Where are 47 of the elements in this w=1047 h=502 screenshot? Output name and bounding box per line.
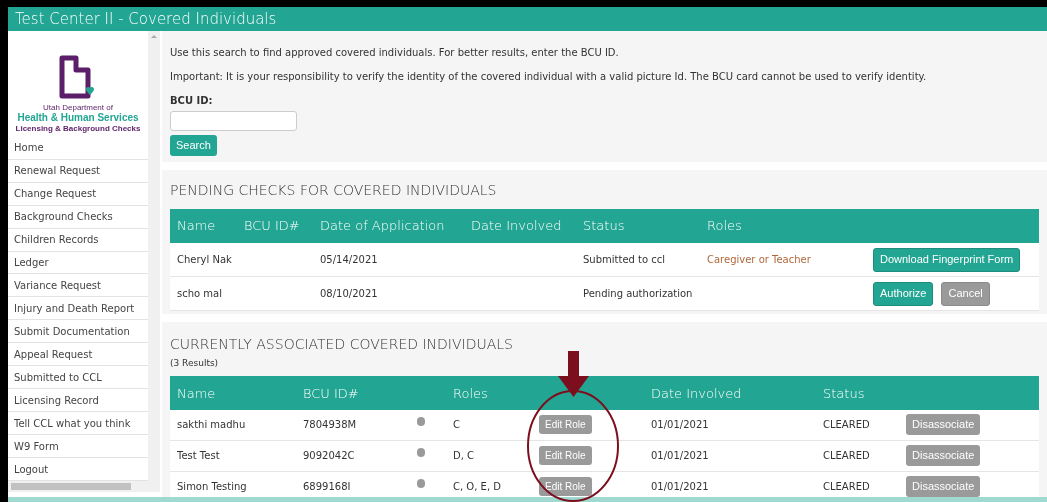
- table-cell-text: 6899168I: [302, 480, 352, 494]
- column-header: Roles: [706, 217, 743, 236]
- section-title: PENDING CHECKS FOR COVERED INDIVIDUALS: [170, 181, 498, 200]
- arrow-annotation: [558, 351, 589, 397]
- logo-text: Licensing & Background Checks: [15, 123, 141, 133]
- column-header: Date of Application: [319, 217, 446, 236]
- table-cell-text: CLEARED: [822, 449, 871, 463]
- table-cell-text: 01/01/2021: [650, 418, 710, 432]
- table-cell-text: 7804938M: [302, 418, 358, 432]
- table-cell-text: scho mal: [176, 287, 223, 301]
- table-cell-text: sakthi madhu: [176, 418, 247, 432]
- search-notice: Important: It is your responsibility to verify the identity of the covered individual with a valid picture Id. The BCU card cannot be used to verify identity.: [170, 70, 927, 84]
- column-header: Name: [177, 385, 216, 401]
- table-cell-text: CLEARED: [822, 480, 871, 494]
- table-cell-text: Pending authorization: [582, 287, 694, 301]
- column-header: Date Involved: [651, 385, 742, 401]
- scroll-up-icon[interactable]: [151, 35, 157, 38]
- table-cell-text: Submitted to ccl: [582, 253, 667, 267]
- column-header: BCU ID#: [243, 217, 301, 236]
- column-header: Date Involved: [470, 217, 563, 236]
- logo-text: Utah Department of: [43, 102, 113, 112]
- window-title: Test Center II - Covered Individuals: [15, 8, 277, 30]
- field-label: BCU ID:: [170, 94, 213, 108]
- horizontal-scrollbar[interactable]: [8, 481, 160, 492]
- search-intro: Use this search to find approved covered individuals. For better results, enter the BCU ID.: [170, 46, 619, 60]
- table-cell-text: 9092042C: [302, 449, 356, 463]
- column-header: BCU ID#: [303, 385, 359, 401]
- table-cell-text: 08/10/2021: [319, 287, 379, 301]
- table-cell-text: 05/14/2021: [319, 253, 379, 267]
- table-cell-text: CLEARED: [822, 418, 871, 432]
- table-cell-text: Cheryl Nak: [176, 253, 233, 267]
- column-header: Roles: [453, 385, 488, 401]
- section-title: CURRENTLY ASSOCIATED COVERED INDIVIDUALS: [170, 335, 514, 354]
- column-header: Name: [176, 217, 217, 236]
- table-cell-text: C: [452, 418, 461, 432]
- table-cell: Caregiver or Teacher: [707, 254, 811, 265]
- column-header: Status: [823, 385, 865, 401]
- logo-text: Health & Human Services: [17, 111, 139, 124]
- table-cell-text: Simon Testing: [176, 480, 248, 494]
- result-count: (3 Results): [170, 357, 220, 370]
- table-cell-text: C, O, E, D: [452, 480, 502, 494]
- bcu-id-field[interactable]: [170, 111, 297, 131]
- table-cell-text: 01/01/2021: [650, 480, 710, 494]
- table-cell-text: 01/01/2021: [650, 449, 710, 463]
- table-cell-text: D, C: [452, 449, 476, 463]
- table-cell-text: Test Test: [176, 449, 221, 463]
- column-header: Status: [582, 217, 626, 236]
